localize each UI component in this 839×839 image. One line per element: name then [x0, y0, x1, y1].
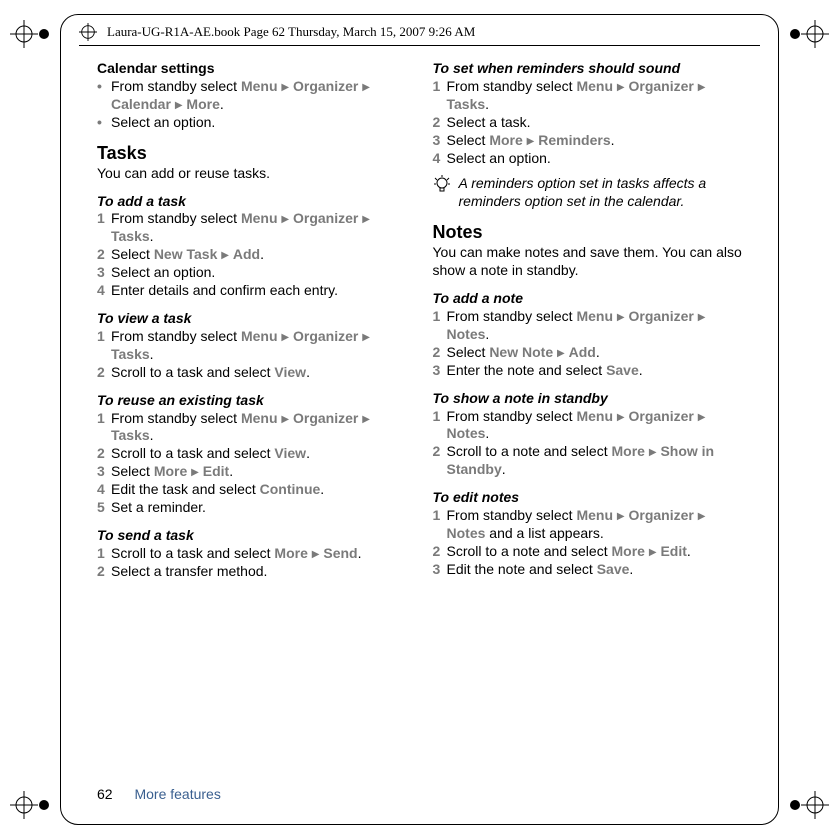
list-item: 4Enter details and confirm each entry.: [97, 282, 407, 300]
list-item: 1From standby select Menu ▶ Organizer ▶ …: [97, 210, 407, 246]
list-item: •Select an option.: [97, 114, 407, 132]
heading-tasks: Tasks: [97, 142, 407, 165]
tip-note: A reminders option set in tasks affects …: [433, 175, 743, 211]
list-item: 3Enter the note and select Save.: [433, 362, 743, 380]
list-item: 4Select an option.: [433, 150, 743, 168]
list-item: 2Select New Task ▶ Add.: [97, 246, 407, 264]
page-frame: Laura-UG-R1A-AE.book Page 62 Thursday, M…: [60, 14, 779, 825]
list-item: 1From standby select Menu ▶ Organizer ▶ …: [433, 507, 743, 543]
section-name: More features: [134, 786, 220, 802]
list-item: 2Select a transfer method.: [97, 563, 407, 581]
list-item: 5Set a reminder.: [97, 499, 407, 517]
subheading-view-task: To view a task: [97, 310, 407, 328]
crop-mark-icon: [789, 14, 829, 54]
subheading-set-reminder: To set when reminders should sound: [433, 60, 743, 78]
heading-notes: Notes: [433, 221, 743, 244]
right-column: To set when reminders should sound 1From…: [433, 60, 743, 581]
tasks-intro: You can add or reuse tasks.: [97, 165, 407, 183]
page-footer: 62 More features: [97, 786, 221, 802]
list-item: 1Scroll to a task and select More ▶ Send…: [97, 545, 407, 563]
subheading-show-note: To show a note in standby: [433, 390, 743, 408]
crop-mark-icon: [789, 785, 829, 825]
crop-mark-icon: [10, 785, 50, 825]
left-column: Calendar settings •From standby select M…: [97, 60, 407, 581]
list-item: 3Edit the note and select Save.: [433, 561, 743, 579]
list-item: 2Scroll to a task and select View.: [97, 445, 407, 463]
list-item: 2Scroll to a note and select More ▶ Show…: [433, 443, 743, 479]
subheading-edit-notes: To edit notes: [433, 489, 743, 507]
heading-calendar-settings: Calendar settings: [97, 60, 407, 78]
crop-mark-icon: [10, 14, 50, 54]
list-item: •From standby select Menu ▶ Organizer ▶ …: [97, 78, 407, 114]
list-item: 1From standby select Menu ▶ Organizer ▶ …: [433, 308, 743, 344]
lightbulb-icon: [433, 175, 451, 211]
document-title: Laura-UG-R1A-AE.book Page 62 Thursday, M…: [107, 24, 475, 40]
list-item: 1From standby select Menu ▶ Organizer ▶ …: [97, 328, 407, 364]
list-item: 2Scroll to a note and select More ▶ Edit…: [433, 543, 743, 561]
list-item: 1From standby select Menu ▶ Organizer ▶ …: [433, 408, 743, 444]
subheading-send-task: To send a task: [97, 527, 407, 545]
subheading-add-note: To add a note: [433, 290, 743, 308]
subheading-reuse-task: To reuse an existing task: [97, 392, 407, 410]
list-item: 3Select an option.: [97, 264, 407, 282]
list-item: 1From standby select Menu ▶ Organizer ▶ …: [433, 78, 743, 114]
list-item: 2Scroll to a task and select View.: [97, 364, 407, 382]
page-header: Laura-UG-R1A-AE.book Page 62 Thursday, M…: [79, 23, 760, 46]
list-item: 2Select New Note ▶ Add.: [433, 344, 743, 362]
tip-text: A reminders option set in tasks affects …: [459, 175, 743, 211]
list-item: 2Select a task.: [433, 114, 743, 132]
list-item: 3Select More ▶ Edit.: [97, 463, 407, 481]
registration-mark-icon: [79, 23, 97, 41]
subheading-add-task: To add a task: [97, 193, 407, 211]
page-number: 62: [97, 786, 113, 802]
list-item: 3Select More ▶ Reminders.: [433, 132, 743, 150]
list-item: 4Edit the task and select Continue.: [97, 481, 407, 499]
notes-intro: You can make notes and save them. You ca…: [433, 244, 743, 280]
list-item: 1From standby select Menu ▶ Organizer ▶ …: [97, 410, 407, 446]
